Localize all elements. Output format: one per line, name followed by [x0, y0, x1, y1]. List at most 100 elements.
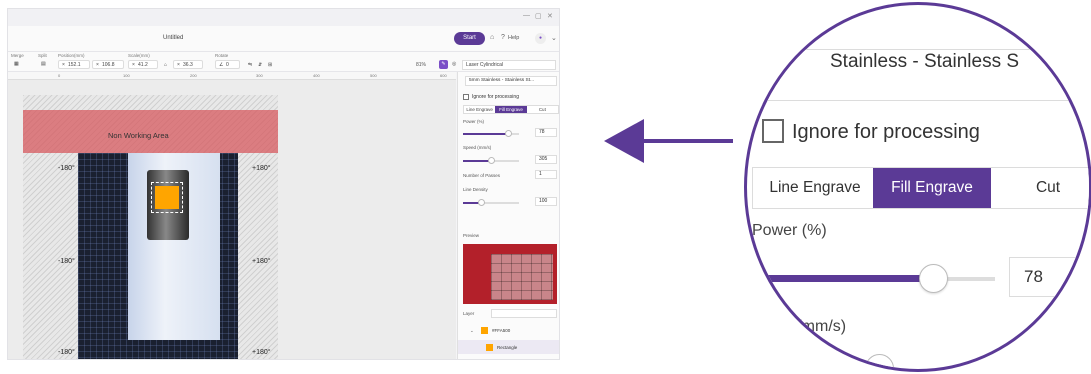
laser-select[interactable]: Laser Cylindrical — [462, 60, 556, 70]
document-title: Untitled — [163, 35, 184, 41]
degree-label: -180° — [58, 349, 75, 356]
layer-select[interactable] — [491, 309, 557, 318]
close-icon[interactable]: ✕ — [547, 12, 553, 20]
start-button[interactable]: Start — [454, 32, 485, 45]
power-label: Power (%) — [463, 119, 485, 124]
power-slider-knob[interactable] — [505, 130, 512, 137]
zoom-power-field: 78 — [1009, 257, 1089, 297]
ignore-label: Ignore for processing — [472, 94, 519, 100]
split-icon[interactable]: ▤ — [41, 61, 46, 67]
tab-cut[interactable]: Cut — [527, 106, 558, 113]
align-icon[interactable]: ⊞ — [268, 62, 272, 68]
horizontal-ruler: 0 100 200 300 400 500 600 — [8, 72, 456, 80]
ruler-tick: 100 — [123, 73, 130, 78]
flip-vertical-icon[interactable]: ⇵ — [258, 62, 262, 68]
ignore-checkbox[interactable] — [463, 94, 469, 100]
ruler-tick: 300 — [256, 73, 263, 78]
r-prefix: ∠ — [219, 62, 224, 68]
scale-h-value: 36.3 — [183, 62, 193, 68]
tab-line-engrave[interactable]: Line Engrave — [464, 106, 495, 113]
density-slider[interactable] — [463, 199, 519, 206]
target-icon[interactable]: ◎ — [452, 61, 456, 67]
zoom-material-text: Stainless - Stainless S — [830, 51, 1020, 72]
degree-label: -180° — [58, 165, 75, 172]
w-prefix: × — [132, 62, 135, 68]
chevron-down-icon[interactable]: ⌄ — [470, 328, 474, 334]
layer-label: Layer — [463, 311, 475, 316]
material-select[interactable]: 5mm Stainless - Stainless St... — [465, 76, 557, 86]
lock-icon[interactable]: ⌂ — [164, 62, 167, 68]
chevron-down-icon[interactable]: ⌄ — [551, 34, 557, 42]
degree-label: +180° — [252, 258, 271, 265]
ruler-tick: 500 — [370, 73, 377, 78]
zoom-speed-knob — [865, 354, 894, 369]
maximize-icon[interactable]: ▢ — [535, 12, 542, 20]
arrow-left-icon — [604, 119, 644, 163]
non-working-area-label: Non Working Area — [108, 131, 169, 140]
help-label[interactable]: Help — [508, 35, 519, 41]
tab-fill-engrave[interactable]: Fill Engrave — [495, 106, 527, 113]
density-slider-knob[interactable] — [478, 199, 485, 206]
passes-field[interactable]: 1 — [535, 170, 557, 179]
bell-icon[interactable]: ⌂ — [490, 34, 494, 41]
ruler-tick: 0 — [58, 73, 61, 78]
split-label: Split — [38, 53, 47, 58]
camera-view: Non Working Area -180° +180° -180° +180°… — [8, 95, 278, 359]
arrow-shaft — [640, 139, 733, 143]
merge-icon[interactable]: ▦ — [14, 61, 19, 67]
preview-grid — [491, 254, 553, 300]
flip-horizontal-icon[interactable]: ⇋ — [248, 62, 252, 68]
mode-icon[interactable]: ✎ — [439, 60, 448, 69]
layer-color-label[interactable]: #FFA500 — [492, 328, 510, 333]
position-y-value: 106.8 — [102, 62, 115, 68]
zoom-power-knob — [919, 264, 948, 293]
y-prefix: × — [96, 62, 99, 68]
merge-label: Merge — [11, 53, 24, 58]
zoom-power-fill — [747, 275, 932, 282]
speed-slider-knob[interactable] — [488, 157, 495, 164]
scale-label: Scale(mm) — [128, 53, 150, 58]
speed-slider[interactable] — [463, 157, 519, 164]
density-label: Line Density — [463, 187, 488, 192]
scale-w-value: 41.2 — [138, 62, 148, 68]
zoom-tab-line-engrave: Line Engrave — [769, 179, 861, 196]
minimize-icon[interactable]: — — [523, 12, 530, 19]
x-prefix: × — [62, 62, 65, 68]
passes-label: Number of Passes — [463, 173, 501, 178]
rotate-value: 0 — [226, 62, 229, 68]
zoom-callout: Stainless - Stainless S Ignore for proce… — [744, 2, 1091, 372]
zoom-tab-cut: Cut — [1035, 179, 1061, 196]
layer-color-swatch — [481, 327, 488, 334]
work-canvas[interactable]: Non Working Area -180° +180° -180° +180°… — [8, 80, 456, 359]
zoom-ignore-checkbox — [762, 119, 784, 143]
zoom-ignore-label: Ignore for processing — [792, 121, 980, 143]
h-prefix: × — [177, 62, 180, 68]
speed-label: Speed (mm/s) — [463, 145, 492, 150]
zoom-speed-field — [1009, 350, 1089, 369]
rectangle-shape[interactable] — [155, 186, 179, 209]
app-window: — ▢ ✕ Untitled Start ⌂ ? Help ● ⌄ Merge … — [7, 8, 560, 360]
help-icon[interactable]: ? — [501, 34, 505, 41]
degree-label: +180° — [252, 165, 271, 172]
speed-field[interactable]: 305 — [535, 155, 557, 164]
power-slider[interactable] — [463, 130, 519, 137]
title-bar: — ▢ ✕ — [8, 9, 559, 26]
zoom-level[interactable]: 81% — [416, 62, 426, 68]
rotate-label: Rotate — [215, 53, 229, 58]
avatar[interactable]: ● — [535, 33, 546, 44]
ruler-tick: 200 — [190, 73, 197, 78]
density-field[interactable]: 100 — [535, 197, 557, 206]
settings-panel: 5mm Stainless - Stainless St... Ignore f… — [457, 72, 559, 359]
position-x-value: 152.1 — [68, 62, 81, 68]
top-bar: Untitled Start ⌂ ? Help ● ⌄ — [8, 26, 559, 52]
power-field[interactable]: 78 — [535, 128, 557, 137]
layer-item-label: Rectangle — [497, 345, 518, 350]
ruler-tick: 400 — [313, 73, 320, 78]
preview-label: Preview — [463, 233, 480, 238]
rectangle-swatch — [486, 344, 493, 351]
zoom-mode-tabs: Line Engrave Fill Engrave Cut — [752, 167, 1089, 209]
zoom-tab-fill-engrave: Fill Engrave — [873, 168, 991, 208]
mode-tabs: Line Engrave Fill Engrave Cut — [463, 105, 559, 114]
degree-label: +180° — [252, 349, 271, 356]
position-label: Position(mm) — [58, 53, 85, 58]
